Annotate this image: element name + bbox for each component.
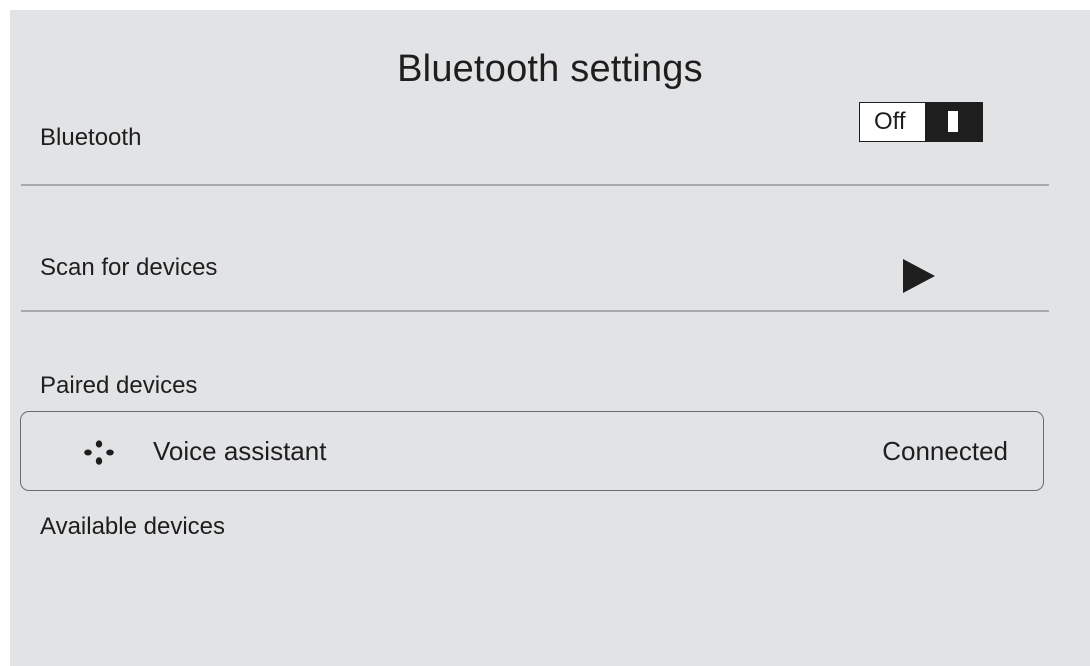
- paired-device-row[interactable]: Voice assistant Connected: [20, 411, 1044, 491]
- toggle-knob: [925, 103, 982, 141]
- toggle-knob-bar: [948, 111, 958, 132]
- available-devices-heading: Available devices: [40, 513, 226, 540]
- divider: [21, 310, 1049, 312]
- device-name: Voice assistant: [153, 436, 327, 466]
- toggle-state-label: Off: [874, 108, 906, 135]
- play-icon[interactable]: [903, 259, 935, 293]
- divider: [21, 184, 1049, 186]
- device-status: Connected: [882, 436, 1008, 466]
- bluetooth-toggle[interactable]: Off: [859, 102, 983, 142]
- scan-for-devices-label[interactable]: Scan for devices: [40, 254, 217, 282]
- page-title: Bluetooth settings: [397, 48, 703, 90]
- bluetooth-label: Bluetooth: [40, 124, 142, 151]
- bluetooth-settings-panel: Bluetooth settings Bluetooth Off Scan fo…: [10, 10, 1090, 666]
- paired-devices-heading: Paired devices: [40, 372, 198, 399]
- voice-assistant-icon: [84, 440, 114, 465]
